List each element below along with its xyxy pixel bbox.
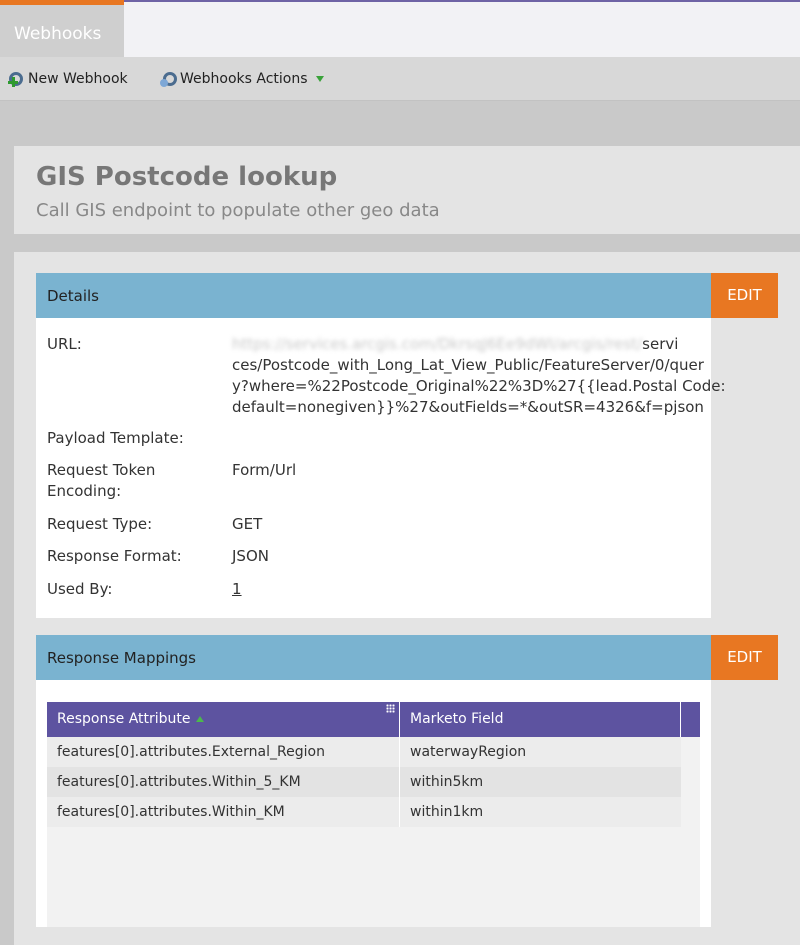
tab-bar: Webhooks	[0, 0, 800, 59]
sort-ascending-icon	[195, 716, 204, 722]
details-panel-header: Details	[36, 273, 711, 318]
details-panel-body: URL: https://services.arcgis.com/DkrsqJ6…	[36, 318, 726, 618]
request-token-encoding-label: Request Token Encoding:	[47, 461, 156, 500]
table-header: Response Attribute Marketo Field	[47, 702, 700, 737]
table-row[interactable]: features[0].attributes.Within_5_KM withi…	[47, 767, 681, 797]
mappings-panel-header: Response Mappings	[36, 635, 711, 680]
cell-response-attribute: features[0].attributes.External_Region	[47, 737, 400, 767]
column-header-response-attribute[interactable]: Response Attribute	[47, 702, 400, 737]
cell-response-attribute: features[0].attributes.Within_5_KM	[47, 767, 400, 797]
page-title: GIS Postcode lookup	[36, 162, 338, 192]
used-by-link[interactable]: 1	[232, 580, 242, 598]
response-format-label: Response Format:	[47, 547, 182, 565]
new-webhook-label: New Webhook	[28, 71, 128, 87]
mappings-edit-button[interactable]: EDIT	[711, 635, 778, 680]
url-label: URL:	[47, 335, 82, 353]
toolbar: New Webhook Webhooks Actions	[0, 57, 800, 101]
column-resize-handle[interactable]	[386, 704, 395, 713]
mappings-title: Response Mappings	[47, 649, 196, 667]
webhooks-actions-label: Webhooks Actions	[180, 71, 308, 87]
used-by-label: Used By:	[47, 580, 113, 598]
cell-response-attribute: features[0].attributes.Within_KM	[47, 797, 400, 827]
gear-actions-icon	[160, 70, 178, 88]
new-webhook-button[interactable]: New Webhook	[8, 70, 128, 88]
table-row[interactable]: features[0].attributes.External_Region w…	[47, 737, 681, 767]
table-row[interactable]: features[0].attributes.Within_KM within1…	[47, 797, 681, 827]
chevron-down-icon	[315, 76, 324, 82]
payload-template-label: Payload Template:	[47, 429, 184, 447]
cell-marketo-field: within1km	[410, 804, 484, 820]
page-header: GIS Postcode lookup Call GIS endpoint to…	[14, 146, 800, 234]
page-subtitle: Call GIS endpoint to populate other geo …	[36, 200, 440, 221]
request-type-label: Request Type:	[47, 515, 153, 533]
response-format-value: JSON	[232, 547, 269, 565]
url-redacted: https://services.arcgis.com/DkrsqJ6Ee9dW…	[232, 335, 643, 353]
url-line-1: servi	[642, 335, 679, 353]
details-edit-button[interactable]: EDIT	[711, 273, 778, 318]
url-value: https://services.arcgis.com/DkrsqJ6Ee9dW…	[232, 334, 726, 418]
cell-marketo-field: within5km	[410, 774, 484, 790]
request-type-value: GET	[232, 515, 263, 533]
url-line-4: default=nonegiven}}%27&outFields=*&outSR…	[232, 398, 704, 416]
mappings-table: Response Attribute Marketo Field feature…	[47, 702, 700, 927]
cell-marketo-field: waterwayRegion	[410, 744, 527, 760]
url-line-2: ces/Postcode_with_Long_Lat_View_Public/F…	[232, 356, 704, 374]
tab-webhooks[interactable]: Webhooks	[0, 0, 124, 59]
details-title: Details	[47, 287, 100, 305]
add-gear-icon	[8, 70, 26, 88]
url-line-3: y?where=%22Postcode_Original%22%3D%27{{l…	[232, 377, 726, 395]
webhooks-actions-menu[interactable]: Webhooks Actions	[160, 70, 324, 88]
request-token-encoding-value: Form/Url	[232, 461, 297, 479]
column-header-marketo-field[interactable]: Marketo Field	[400, 702, 681, 737]
mappings-panel-body: Response Attribute Marketo Field feature…	[36, 680, 711, 927]
main-content: Details EDIT URL: https://services.arcgi…	[14, 252, 800, 945]
used-by-value: 1	[232, 579, 708, 600]
